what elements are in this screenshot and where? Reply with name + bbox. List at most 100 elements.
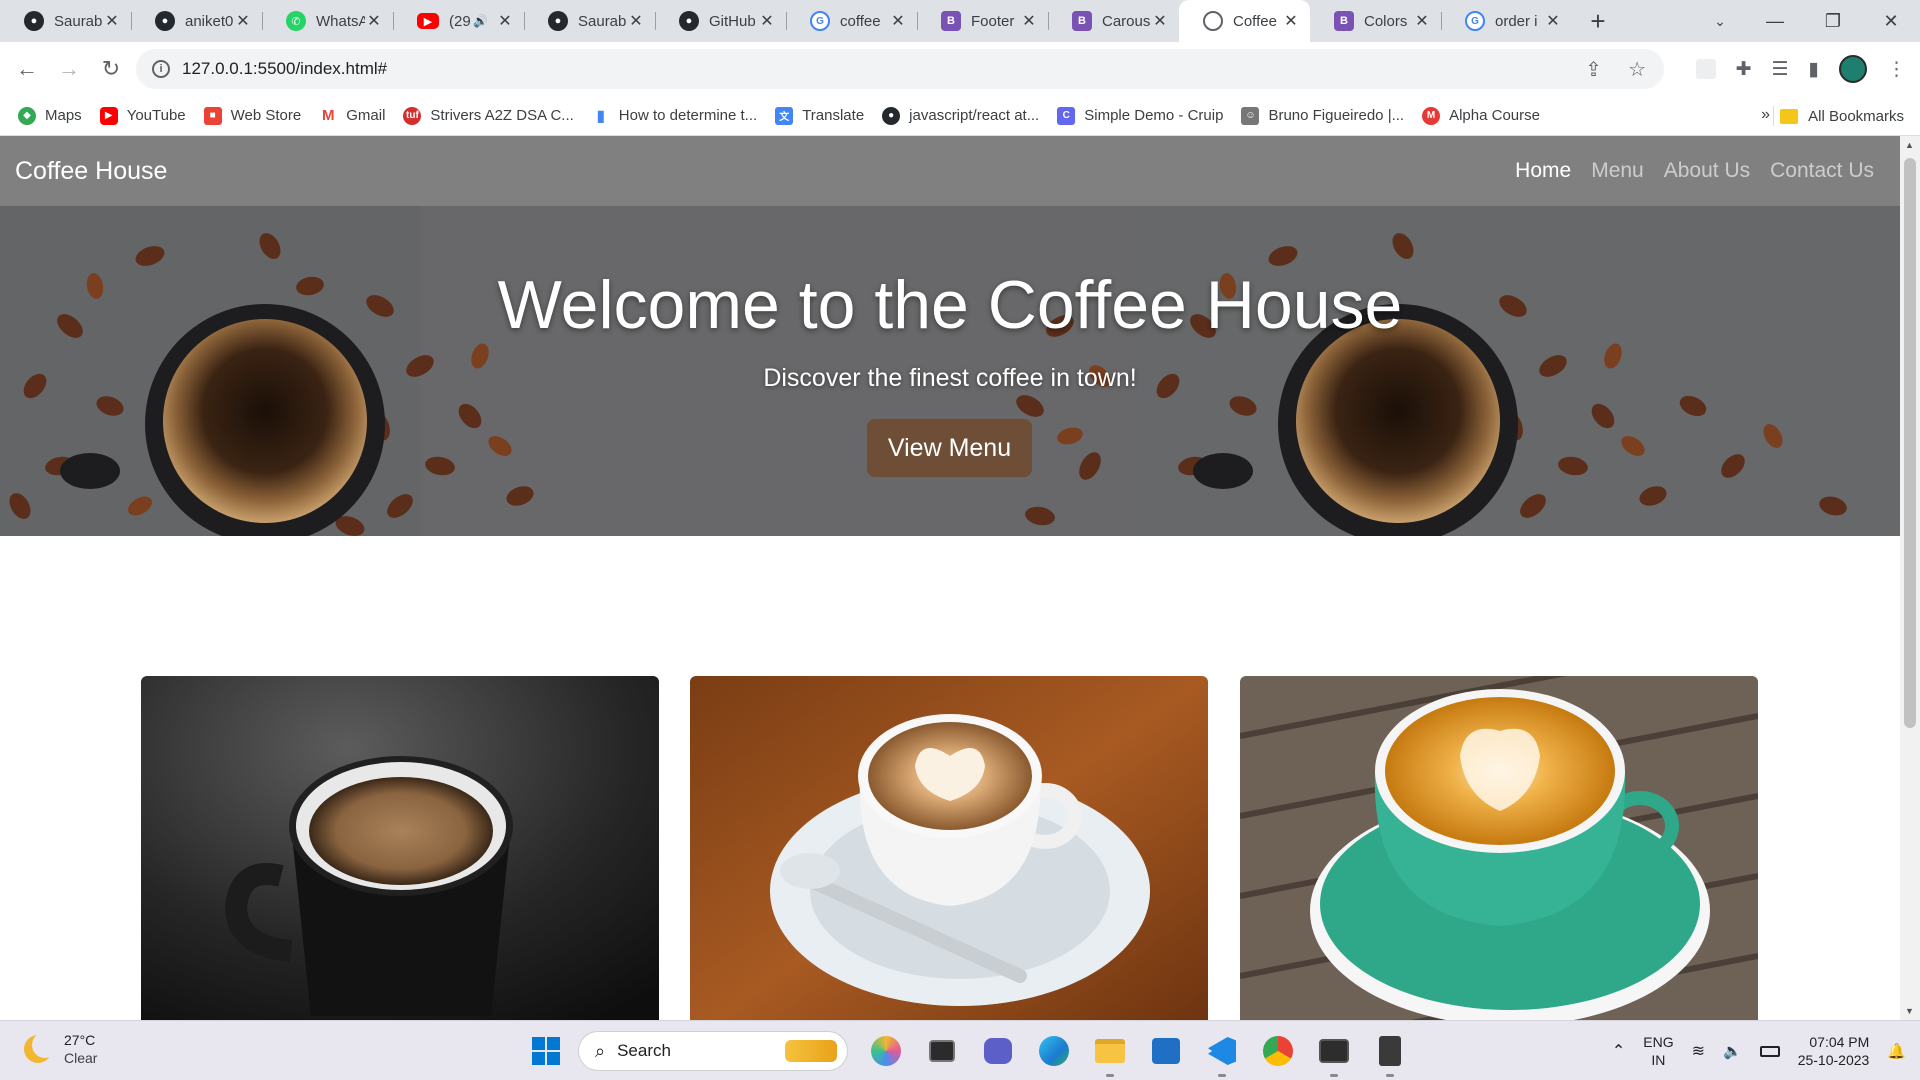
taskbar-search-label: Search	[617, 1041, 671, 1060]
reload-icon[interactable]: ↻	[92, 50, 130, 88]
language-indicator[interactable]: ENG IN	[1643, 1033, 1673, 1069]
tab-9-active[interactable]: Coffee ✕	[1179, 0, 1310, 42]
bookmark-star-icon[interactable]: ☆	[1628, 57, 1646, 82]
page-scrollbar[interactable]: ▲ ▼	[1900, 136, 1920, 1020]
bookmark-youtube[interactable]: ▶ YouTube	[99, 106, 186, 125]
all-bookmarks-folder[interactable]: All Bookmarks	[1780, 96, 1904, 136]
bookmark-translate[interactable]: 文 Translate	[775, 106, 864, 125]
tab-6[interactable]: Gcoffee ✕	[786, 0, 917, 42]
clock[interactable]: 07:04 PM 25-10-2023	[1798, 1033, 1870, 1069]
github-icon: ●	[155, 11, 175, 31]
media-queue-icon[interactable]: ☰	[1771, 58, 1788, 81]
edge-icon[interactable]	[1034, 1031, 1074, 1071]
extension-placeholder-icon[interactable]	[1695, 59, 1716, 79]
bookmark-gmail[interactable]: M Gmail	[319, 106, 385, 125]
start-windows-icon[interactable]	[532, 1037, 560, 1065]
close-icon[interactable]: ✕	[758, 11, 776, 31]
restore-icon[interactable]: ❐	[1804, 0, 1862, 42]
close-icon[interactable]: ✕	[1282, 11, 1300, 31]
speaker-icon[interactable]: 🔊	[473, 14, 488, 28]
wifi-icon[interactable]: ≋	[1692, 1041, 1705, 1061]
close-window-icon[interactable]: ✕	[1862, 0, 1920, 42]
view-menu-button[interactable]: View Menu	[867, 419, 1032, 477]
close-icon[interactable]: ✕	[234, 11, 252, 31]
folder-icon	[1780, 108, 1799, 124]
nav-link-home[interactable]: Home	[1515, 159, 1571, 183]
bookmark-how-to-determine[interactable]: ▮ How to determine t...	[591, 106, 757, 125]
side-panel-icon[interactable]: ▮	[1809, 58, 1819, 81]
bookmark-simple-demo[interactable]: C Simple Demo - Cruip	[1057, 106, 1223, 125]
scroll-up-arrow-icon[interactable]: ▲	[1905, 140, 1914, 150]
tab-search-chevron-icon[interactable]: ⌄	[1700, 0, 1740, 42]
taskbar-search-box[interactable]: ⌕ Search	[578, 1031, 848, 1071]
hero-title: Welcome to the Coffee House	[497, 267, 1403, 343]
globe-icon	[1203, 11, 1223, 31]
back-arrow-icon[interactable]: ←	[8, 50, 46, 88]
site-brand[interactable]: Coffee House	[15, 157, 167, 186]
coffee-card-cappuccino[interactable]	[1240, 676, 1758, 1020]
url-text[interactable]: 127.0.0.1:5500/index.html#	[182, 59, 387, 79]
vscode-icon[interactable]	[1202, 1031, 1242, 1077]
terminal-icon[interactable]	[1314, 1031, 1354, 1077]
more-bookmarks-chevron-icon[interactable]: »	[1761, 106, 1770, 124]
close-icon[interactable]: ✕	[103, 11, 121, 31]
whatsapp-icon: ✆	[286, 11, 306, 31]
tab-8[interactable]: B Carous ✕	[1048, 0, 1179, 42]
avatar-icon: ☺	[1241, 106, 1260, 125]
moon-icon	[24, 1032, 58, 1063]
system-tray: ⌃ ENG IN ≋ 🔈 07:04 PM 25-10-2023 🔔	[1612, 1021, 1906, 1080]
close-icon[interactable]: ✕	[1020, 11, 1038, 31]
share-icon[interactable]: ⇪	[1585, 57, 1602, 82]
coffee-card-espresso[interactable]	[141, 676, 659, 1020]
coffee-card-latte[interactable]	[690, 676, 1208, 1020]
microsoft-store-icon[interactable]	[1146, 1031, 1186, 1071]
battery-icon[interactable]	[1759, 1045, 1780, 1057]
calculator-icon[interactable]	[1370, 1031, 1410, 1077]
github-icon: ●	[548, 11, 568, 31]
notification-bell-icon[interactable]: 🔔	[1887, 1042, 1906, 1060]
task-view-icon[interactable]	[922, 1031, 962, 1071]
bookmark-bruno[interactable]: ☺ Bruno Figueiredo |...	[1241, 106, 1404, 125]
scrollbar-thumb[interactable]	[1904, 158, 1916, 728]
minimize-icon[interactable]: —	[1746, 0, 1804, 42]
tab-4[interactable]: ● Saurab ✕	[524, 0, 655, 42]
teams-chat-icon[interactable]	[978, 1031, 1018, 1071]
address-bar[interactable]: i 127.0.0.1:5500/index.html# ⇪ ☆	[136, 49, 1664, 89]
scroll-down-arrow-icon[interactable]: ▼	[1905, 1006, 1914, 1016]
volume-icon[interactable]: 🔈	[1723, 1042, 1742, 1060]
tab-11[interactable]: Gorder i ✕	[1441, 0, 1572, 42]
chrome-menu-icon[interactable]: ⋮	[1887, 58, 1906, 81]
tab-1[interactable]: ● aniket0 ✕	[131, 0, 262, 42]
bookmark-strivers[interactable]: tuf Strivers A2Z DSA C...	[403, 106, 574, 125]
close-icon[interactable]: ✕	[365, 11, 383, 31]
tab-0[interactable]: ● Saurab ✕	[0, 0, 131, 42]
bookmark-maps[interactable]: ◆ Maps	[18, 106, 82, 125]
nav-link-menu[interactable]: Menu	[1591, 159, 1644, 183]
bookmark-alpha-course[interactable]: M Alpha Course	[1422, 106, 1540, 125]
close-icon[interactable]: ✕	[1413, 11, 1431, 31]
tab-7[interactable]: B Footer ✕	[917, 0, 1048, 42]
show-hidden-icons-chevron-icon[interactable]: ⌃	[1612, 1041, 1625, 1061]
bookmark-javascript-react[interactable]: ● javascript/react at...	[882, 106, 1039, 125]
nav-link-contact[interactable]: Contact Us	[1770, 159, 1874, 183]
copilot-icon[interactable]	[866, 1031, 906, 1071]
tab-2[interactable]: ✆ WhatsA ✕	[262, 0, 393, 42]
chrome-icon[interactable]	[1258, 1031, 1298, 1071]
close-icon[interactable]: ✕	[1151, 11, 1169, 31]
site-info-icon[interactable]: i	[152, 60, 170, 78]
bookmark-web-store[interactable]: ■ Web Store	[203, 106, 301, 125]
close-icon[interactable]: ✕	[889, 11, 907, 31]
forward-arrow-icon[interactable]: →	[50, 50, 88, 88]
new-tab-button[interactable]: +	[1578, 0, 1618, 42]
nav-link-about[interactable]: About Us	[1664, 159, 1750, 183]
profile-avatar[interactable]	[1839, 55, 1867, 83]
extensions-puzzle-icon[interactable]: ✚	[1736, 58, 1752, 81]
close-icon[interactable]: ✕	[1544, 11, 1562, 31]
tab-10[interactable]: B Colors ✕	[1310, 0, 1441, 42]
tab-3[interactable]: ▶ (29 🔊 ✕	[393, 0, 524, 42]
weather-widget[interactable]: 27°C Clear	[24, 1031, 97, 1067]
file-explorer-icon[interactable]	[1090, 1031, 1130, 1077]
close-icon[interactable]: ✕	[496, 11, 514, 31]
close-icon[interactable]: ✕	[627, 11, 645, 31]
tab-5[interactable]: ● GitHub ✕	[655, 0, 786, 42]
